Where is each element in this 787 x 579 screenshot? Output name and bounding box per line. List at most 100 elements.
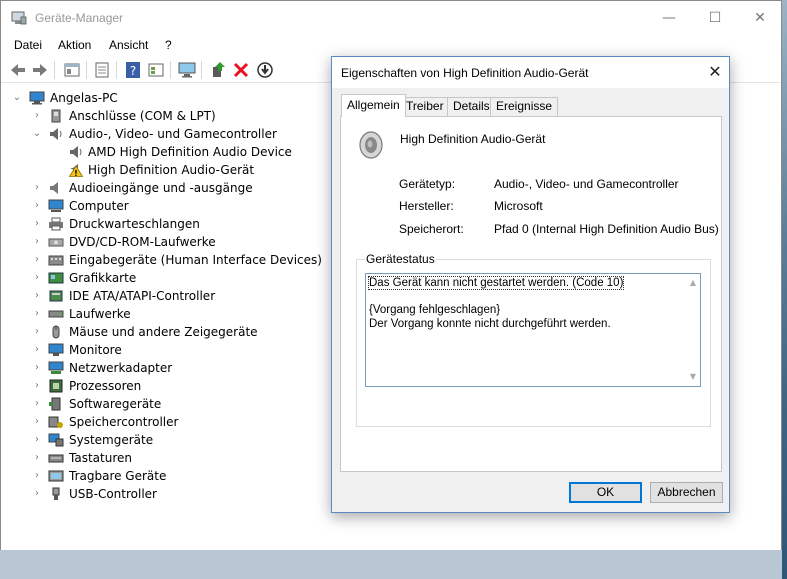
title-bar[interactable]: Geräte-Manager — ☐ ✕ xyxy=(1,1,781,34)
usb-icon xyxy=(52,487,60,500)
prop-label-geratetyp: Gerätetyp: xyxy=(399,177,456,191)
tree-item-label: Netzwerkadapter xyxy=(69,361,173,375)
chevron-right-icon[interactable]: › xyxy=(31,287,43,305)
tree-item-label: Monitore xyxy=(69,343,122,357)
computer-icon xyxy=(48,199,64,212)
speaker-icon xyxy=(50,128,62,140)
desktop-background xyxy=(782,0,787,579)
dialog-close-button[interactable]: ✕ xyxy=(706,63,724,81)
ok-button[interactable]: OK xyxy=(569,482,642,503)
tree-item-label: DVD/CD-ROM-Laufwerke xyxy=(69,235,216,249)
cancel-button[interactable]: Abbrechen xyxy=(650,482,723,503)
disk-drive-icon xyxy=(48,310,64,318)
prop-value-hersteller: Microsoft xyxy=(494,199,543,213)
device-status-label: Gerätestatus xyxy=(365,252,436,266)
storage-controller-icon xyxy=(48,416,63,428)
status-line-1: Das Gerät kann nicht gestartet werden. (… xyxy=(367,276,625,290)
chevron-right-icon[interactable]: › xyxy=(31,305,43,323)
network-adapter-icon xyxy=(48,361,64,374)
menu-datei[interactable]: Datei xyxy=(14,38,42,52)
chevron-right-icon[interactable]: › xyxy=(31,395,43,413)
back-arrow-icon[interactable] xyxy=(8,60,28,80)
chevron-right-icon[interactable]: › xyxy=(31,467,43,485)
prop-value-speicherort: Pfad 0 (Internal High Definition Audio B… xyxy=(494,222,719,236)
toolbar-separator xyxy=(116,61,117,79)
view-icon[interactable] xyxy=(146,60,166,80)
speaker-icon xyxy=(359,131,383,159)
close-button[interactable]: ✕ xyxy=(751,9,769,27)
tree-item-label: Mäuse und andere Zeigegeräte xyxy=(69,325,258,339)
processor-icon xyxy=(49,379,63,393)
tree-item-label: AMD High Definition Audio Device xyxy=(88,145,292,159)
toolbar-separator xyxy=(201,61,202,79)
tree-item-label: Tragbare Geräte xyxy=(69,469,167,483)
chevron-down-icon[interactable]: ⌄ xyxy=(11,89,23,107)
chevron-right-icon[interactable]: › xyxy=(31,215,43,233)
device-status-textbox[interactable]: Das Gerät kann nicht gestartet werden. (… xyxy=(365,273,701,387)
tree-item-label: Computer xyxy=(69,199,129,213)
monitor-icon xyxy=(48,343,64,356)
portable-device-icon xyxy=(48,470,64,482)
tree-item-label: Systemgeräte xyxy=(69,433,154,447)
chevron-right-icon[interactable]: › xyxy=(31,323,43,341)
tree-item-label: USB-Controller xyxy=(69,487,157,501)
device-status-text: Das Gerät kann nicht gestartet werden. (… xyxy=(367,276,683,331)
chevron-right-icon[interactable]: › xyxy=(31,431,43,449)
forward-arrow-icon[interactable] xyxy=(30,60,50,80)
dialog-title: Eigenschaften von High Definition Audio-… xyxy=(341,66,589,80)
menu-help[interactable]: ? xyxy=(165,38,172,52)
prop-label-speicherort: Speicherort: xyxy=(399,222,464,236)
chevron-right-icon[interactable]: › xyxy=(31,197,43,215)
port-icon xyxy=(51,109,61,123)
menu-ansicht[interactable]: Ansicht xyxy=(109,38,148,52)
chevron-right-icon[interactable]: › xyxy=(31,107,43,125)
toolbar-separator xyxy=(86,61,87,79)
toolbar-separator xyxy=(54,61,55,79)
properties-icon[interactable] xyxy=(92,60,112,80)
tab-panel-allgemein: High Definition Audio-Gerät Gerätetyp: A… xyxy=(340,116,722,472)
svg-text:!: ! xyxy=(74,169,78,177)
monitor-icon[interactable] xyxy=(177,60,197,80)
computer-tree-icon[interactable] xyxy=(62,60,82,80)
tab-treiber[interactable]: Treiber xyxy=(400,97,450,116)
chevron-right-icon[interactable]: › xyxy=(31,341,43,359)
chevron-right-icon[interactable]: › xyxy=(31,485,43,503)
taskbar-strip xyxy=(0,550,782,579)
display-adapter-icon xyxy=(48,272,64,284)
chevron-right-icon[interactable]: › xyxy=(31,359,43,377)
tree-item-label: Druckwarteschlangen xyxy=(69,217,200,231)
tree-item-label: High Definition Audio-Gerät xyxy=(88,163,255,177)
computer-icon xyxy=(29,91,45,105)
scroll-down-icon[interactable]: ▼ xyxy=(686,370,700,384)
tree-root-label: Angelas-PC xyxy=(50,91,118,105)
tab-details[interactable]: Details xyxy=(447,97,496,116)
chevron-right-icon[interactable]: › xyxy=(31,449,43,467)
tab-ereignisse[interactable]: Ereignisse xyxy=(490,97,559,116)
chevron-right-icon[interactable]: › xyxy=(31,233,43,251)
tree-item-label: Audio-, Video- und Gamecontroller xyxy=(69,127,277,141)
chevron-right-icon[interactable]: › xyxy=(31,179,43,197)
chevron-right-icon[interactable]: › xyxy=(31,251,43,269)
scan-hardware-icon[interactable] xyxy=(255,60,275,80)
help-icon[interactable]: ? xyxy=(123,60,143,80)
toolbar-separator xyxy=(170,61,171,79)
uninstall-icon[interactable] xyxy=(231,60,251,80)
prop-value-geratetyp: Audio-, Video- und Gamecontroller xyxy=(494,177,679,191)
menu-aktion[interactable]: Aktion xyxy=(58,38,91,52)
tree-item-label: Audioeingänge und -ausgänge xyxy=(69,181,253,195)
tab-allgemein[interactable]: Allgemein xyxy=(341,94,406,117)
chevron-right-icon[interactable]: › xyxy=(31,413,43,431)
maximize-button[interactable]: ☐ xyxy=(706,9,724,27)
tree-item-label: Anschlüsse (COM & LPT) xyxy=(69,109,216,123)
ide-controller-icon xyxy=(49,290,63,302)
chevron-right-icon[interactable]: › xyxy=(31,377,43,395)
scroll-up-icon[interactable]: ▲ xyxy=(686,276,700,290)
properties-dialog: Eigenschaften von High Definition Audio-… xyxy=(331,56,730,513)
dialog-title-bar[interactable]: Eigenschaften von High Definition Audio-… xyxy=(332,57,729,88)
chevron-down-icon[interactable]: ⌄ xyxy=(31,125,43,143)
menu-bar: Datei Aktion Ansicht ? xyxy=(1,36,781,56)
minimize-button[interactable]: — xyxy=(660,9,678,27)
tree-item-label: Speichercontroller xyxy=(69,415,179,429)
update-driver-icon[interactable] xyxy=(208,60,228,80)
chevron-right-icon[interactable]: › xyxy=(31,269,43,287)
